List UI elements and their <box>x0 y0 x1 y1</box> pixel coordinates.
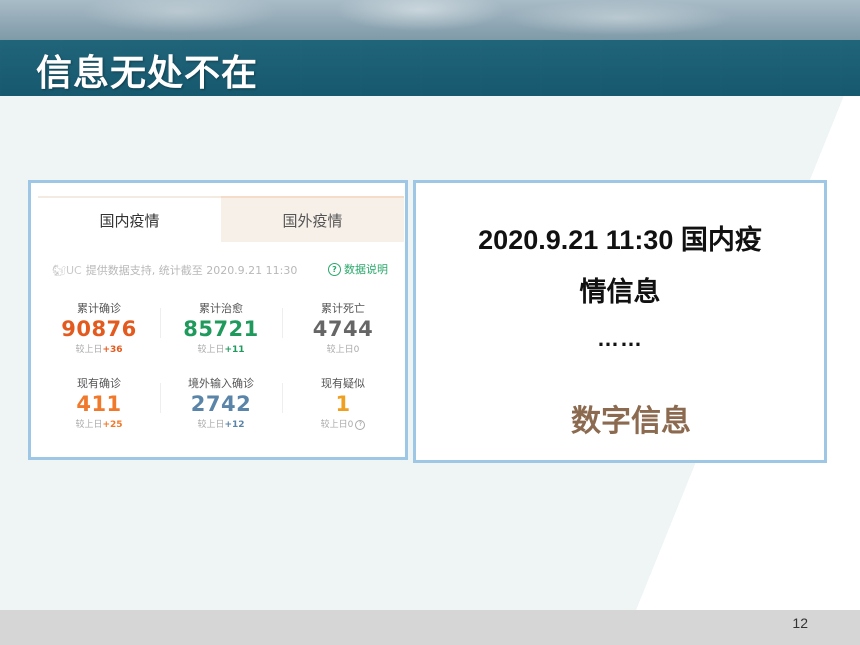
stat-current-confirmed: 现有确诊 411 较上日+25 <box>38 375 160 430</box>
stat-cumulative-cured: 累计治愈 85721 较上日+11 <box>160 300 282 355</box>
stat-delta: 较上日+36 <box>38 342 160 355</box>
uc-logo-text: UC <box>65 263 82 277</box>
data-explain-link[interactable]: ? 数据说明 <box>328 261 388 277</box>
stat-value: 90876 <box>61 317 137 341</box>
digital-info-label: 数字信息 <box>571 404 691 439</box>
page-number: 12 <box>792 615 808 631</box>
delta-value: +12 <box>224 420 245 430</box>
delta-prefix: 较上日 <box>197 420 225 430</box>
stat-value: 85721 <box>183 317 259 341</box>
stat-cumulative-confirmed: 累计确诊 90876 较上日+36 <box>38 300 160 355</box>
delta-prefix: 较上日 <box>326 345 354 355</box>
stat-delta: 较上日+11 <box>160 342 282 355</box>
map-texture <box>0 0 860 40</box>
stat-delta: 较上日+12 <box>160 417 282 430</box>
stat-value: 411 <box>76 392 122 416</box>
question-icon[interactable]: ? <box>355 419 366 430</box>
delta-prefix: 较上日 <box>75 345 103 355</box>
stat-delta: 较上日0 <box>282 342 404 355</box>
footer-bar <box>0 610 860 645</box>
stat-delta: 较上日+25 <box>38 417 160 430</box>
delta-value: 0 <box>353 345 360 355</box>
delta-value: +36 <box>102 345 123 355</box>
stat-value: 4744 <box>312 317 374 341</box>
tab-domestic[interactable]: 国内疫情 <box>38 196 221 242</box>
stat-value: 1 <box>335 392 351 416</box>
header-banner: 信息无处不在 <box>0 0 860 96</box>
info-ellipsis: …… <box>597 326 643 351</box>
stat-imported-confirmed: 境外输入确诊 2742 较上日+12 <box>160 375 282 430</box>
stat-label: 现有疑似 <box>321 377 365 390</box>
stat-current-suspected: 现有疑似 1 较上日0? <box>282 375 404 430</box>
explain-label: 数据说明 <box>344 263 388 276</box>
info-line-1: 2020.9.21 11:30 国内疫 <box>478 225 762 255</box>
stat-cumulative-deaths: 累计死亡 4744 较上日0 <box>282 300 404 355</box>
delta-prefix: 较上日 <box>320 420 348 430</box>
delta-prefix: 较上日 <box>75 420 103 430</box>
stat-label: 累计死亡 <box>321 302 365 315</box>
stat-label: 境外输入确诊 <box>188 377 254 390</box>
stat-label: 现有确诊 <box>77 377 121 390</box>
covid-stats-card: 国内疫情 国外疫情 🐿UC 提供数据支持, 统计截至 2020.9.21 11:… <box>38 196 404 448</box>
stat-label: 累计确诊 <box>77 302 121 315</box>
uc-logo-icon: 🐿UC <box>52 263 82 277</box>
source-text: 提供数据支持, 统计截至 2020.9.21 11:30 <box>85 264 298 277</box>
delta-value: +25 <box>102 420 123 430</box>
tab-foreign[interactable]: 国外疫情 <box>221 196 404 242</box>
delta-value: +11 <box>224 345 245 355</box>
data-source-note: 🐿UC 提供数据支持, 统计截至 2020.9.21 11:30 <box>52 262 297 278</box>
question-icon: ? <box>328 262 341 276</box>
delta-prefix: 较上日 <box>197 345 225 355</box>
slide-title: 信息无处不在 <box>36 53 259 94</box>
tab-bar: 国内疫情 国外疫情 <box>38 196 404 242</box>
stat-delta: 较上日0? <box>282 417 404 430</box>
stat-value: 2742 <box>190 392 252 416</box>
info-line-2: 情信息 <box>579 277 661 307</box>
stat-label: 累计治愈 <box>199 302 243 315</box>
delta-value: 0 <box>347 420 354 430</box>
